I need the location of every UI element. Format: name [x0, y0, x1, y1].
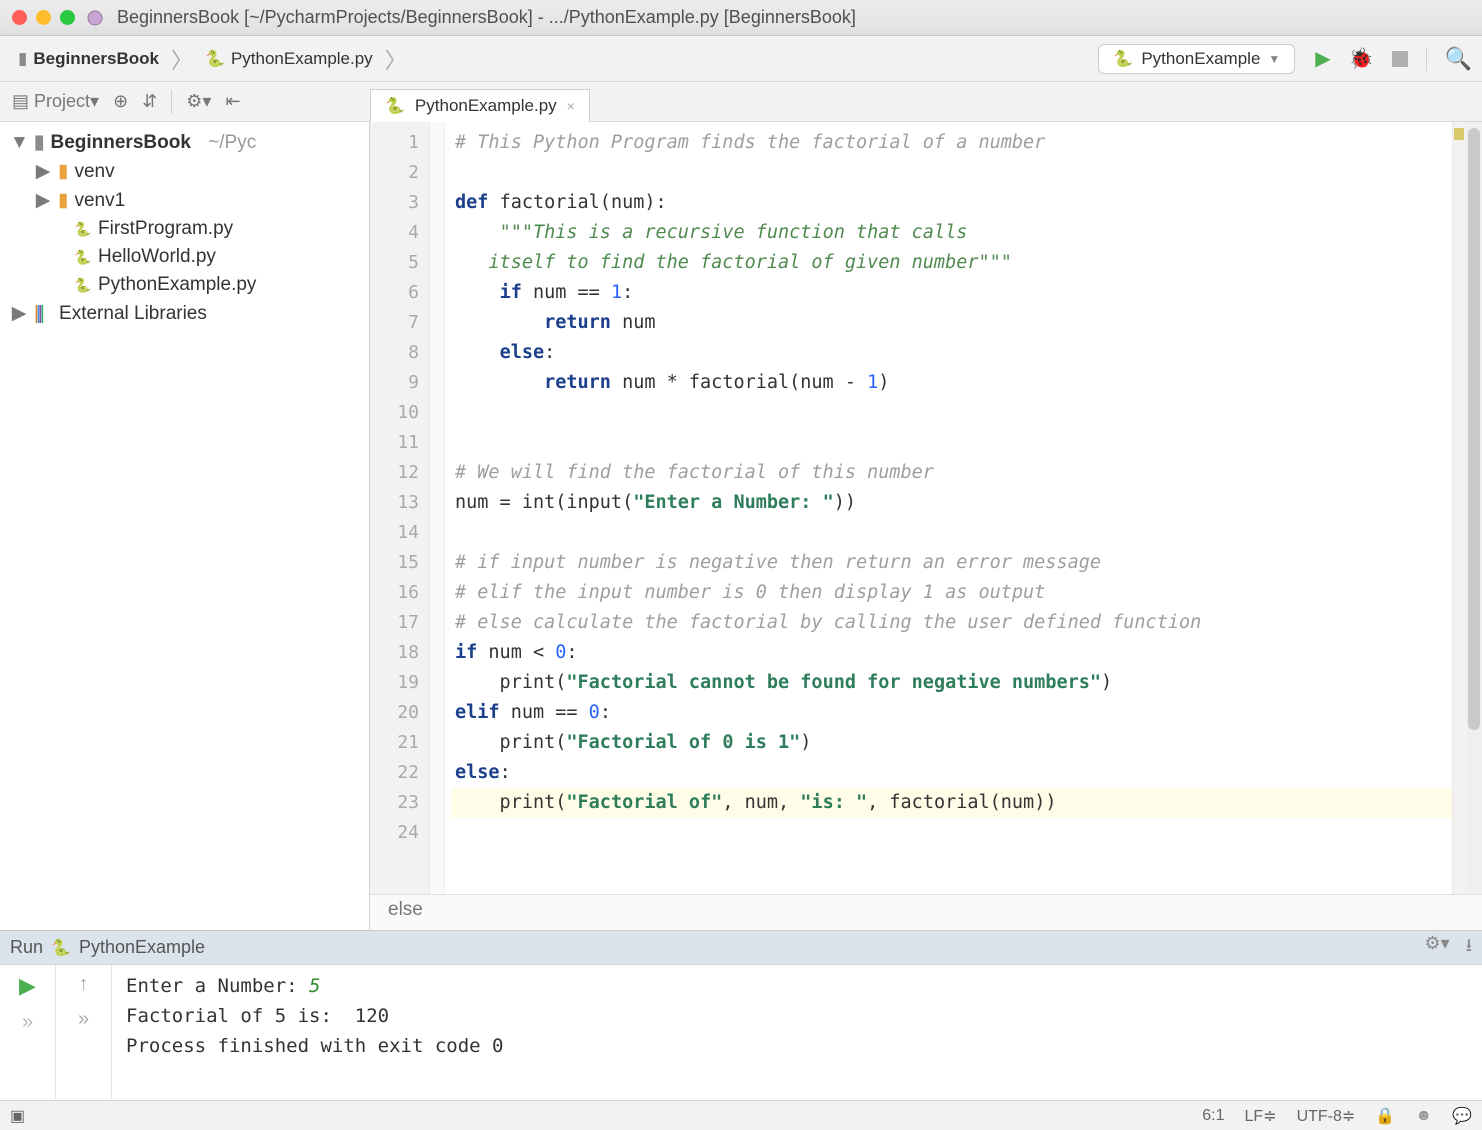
line-separator[interactable]: LF≑ [1245, 1106, 1277, 1126]
file-encoding[interactable]: UTF-8≑ [1297, 1106, 1356, 1126]
scroll-thumb[interactable] [1468, 128, 1480, 730]
minimize-window-icon[interactable] [36, 10, 51, 25]
python-file-icon: 🐍 [385, 96, 405, 116]
search-icon[interactable]: 🔍 [1445, 46, 1472, 72]
scrollbar[interactable] [1466, 122, 1482, 894]
caret-position[interactable]: 6:1 [1202, 1107, 1224, 1125]
editor-tabstrip: 🐍 PythonExample.py × [370, 82, 1482, 121]
tree-path: ~/Pyc [208, 132, 256, 154]
python-file-icon: 🐍 [74, 276, 92, 294]
folder-icon: ▮ [18, 49, 27, 69]
more-icon[interactable]: » [78, 1008, 89, 1031]
tree-file[interactable]: 🐍 PythonExample.py [0, 271, 369, 299]
nav-toolbar: ▮ BeginnersBook 〉 🐍 PythonExample.py 〉 🐍… [0, 36, 1482, 82]
tool-windows-icon[interactable]: ▣ [10, 1106, 25, 1126]
tool-row: ▤ Project▾ ⊕ ⇵ ⚙▾ ⇤ 🐍 PythonExample.py × [0, 82, 1482, 122]
breadcrumb-project[interactable]: ▮ BeginnersBook [10, 45, 167, 73]
project-sidebar: ▼ ▮ BeginnersBook ~/Pyc ▶ ▮ venv ▶ ▮ ven… [0, 122, 370, 930]
app-icon [85, 8, 107, 28]
tree-label: External Libraries [59, 303, 207, 325]
python-icon: 🐍 [51, 938, 71, 958]
chevron-right-icon: ▶ [10, 302, 28, 325]
chevron-right-icon: ▶ [34, 189, 52, 212]
breadcrumb-label: BeginnersBook [33, 49, 159, 69]
chevron-down-icon: ▼ [1268, 52, 1280, 66]
tree-label: HelloWorld.py [98, 246, 216, 268]
line-number-gutter: 123456789101112131415161718192021222324 [370, 122, 430, 894]
tab-pythonexample[interactable]: 🐍 PythonExample.py × [370, 89, 590, 122]
run-panel: Run 🐍 PythonExample ⚙▾ ⭳ ▶ » ↑ » Enter a… [0, 930, 1482, 1100]
stop-button[interactable] [1392, 51, 1408, 67]
titlebar: BeginnersBook [~/PycharmProjects/Beginne… [0, 0, 1482, 36]
gear-icon[interactable]: ⚙▾ [1425, 933, 1450, 963]
python-file-icon: 🐍 [205, 49, 225, 69]
code-editor: 123456789101112131415161718192021222324 … [370, 122, 1482, 930]
marker-bar [1452, 122, 1466, 894]
fold-gutter [430, 122, 445, 894]
separator [171, 90, 172, 114]
tree-file[interactable]: 🐍 FirstProgram.py [0, 215, 369, 243]
close-window-icon[interactable] [12, 10, 27, 25]
python-file-icon: 🐍 [74, 220, 92, 238]
editor-breadcrumb[interactable]: else [370, 894, 1482, 930]
separator [1426, 47, 1427, 71]
debug-button[interactable]: 🐞 [1349, 46, 1374, 71]
run-config-name: PythonExample [79, 937, 205, 958]
code-area[interactable]: # This Python Program finds the factoria… [445, 122, 1452, 894]
up-icon[interactable]: ↑ [79, 973, 89, 996]
inspector-icon[interactable]: ☻ [1415, 1107, 1432, 1125]
python-file-icon: 🐍 [74, 248, 92, 266]
python-icon: 🐍 [1113, 49, 1133, 69]
run-title: Run [10, 937, 43, 958]
chevron-right-icon: ▶ [34, 160, 52, 183]
tree-label: venv1 [74, 190, 125, 212]
libraries-icon: |||| [34, 303, 42, 325]
folder-icon: ▮ [34, 131, 44, 154]
project-tool-button[interactable]: ▤ Project▾ [12, 91, 99, 112]
breadcrumb-label: PythonExample.py [231, 49, 373, 69]
more-run-icon[interactable]: » [22, 1011, 33, 1034]
folder-icon: ▮ [58, 160, 68, 183]
run-config-label: PythonExample [1141, 49, 1260, 69]
tree-folder-venv[interactable]: ▶ ▮ venv [0, 157, 369, 186]
close-tab-icon[interactable]: × [567, 98, 575, 114]
window-controls [12, 10, 75, 25]
folder-icon: ▮ [58, 189, 68, 212]
tree-label: venv [74, 161, 114, 183]
tree-label: BeginnersBook [50, 132, 190, 154]
run-config-select[interactable]: 🐍 PythonExample ▼ [1098, 44, 1295, 74]
run-button[interactable]: ▶ [1315, 46, 1330, 71]
rerun-button[interactable]: ▶ [19, 973, 36, 999]
run-output[interactable]: Enter a Number: 5Factorial of 5 is: 120P… [112, 965, 1482, 1100]
download-icon[interactable]: ⭳ [1466, 933, 1472, 963]
gear-icon[interactable]: ⚙▾ [186, 91, 211, 112]
breadcrumb-file[interactable]: 🐍 PythonExample.py [197, 45, 381, 73]
target-icon[interactable]: ⊕ [113, 91, 128, 112]
window-title: BeginnersBook [~/PycharmProjects/Beginne… [117, 7, 856, 28]
tree-label: FirstProgram.py [98, 218, 233, 240]
status-bar: ▣ 6:1 LF≑ UTF-8≑ 🔒 ☻ 💬 [0, 1100, 1482, 1130]
warning-marker-icon[interactable] [1454, 128, 1464, 140]
tree-folder-venv1[interactable]: ▶ ▮ venv1 [0, 186, 369, 215]
tab-label: PythonExample.py [415, 96, 557, 116]
tree-root[interactable]: ▼ ▮ BeginnersBook ~/Pyc [0, 128, 369, 157]
breadcrumb: ▮ BeginnersBook 〉 🐍 PythonExample.py 〉 [10, 43, 1092, 75]
chevron-right-icon: 〉 [169, 43, 195, 75]
chevron-down-icon: ▼ [10, 132, 28, 154]
hide-icon[interactable]: ⇤ [225, 91, 240, 112]
zoom-window-icon[interactable] [60, 10, 75, 25]
tree-external-libraries[interactable]: ▶ |||| External Libraries [0, 299, 369, 328]
collapse-icon[interactable]: ⇵ [142, 91, 157, 112]
chevron-right-icon: 〉 [383, 43, 409, 75]
lock-icon[interactable]: 🔒 [1375, 1106, 1395, 1126]
tree-file[interactable]: 🐍 HelloWorld.py [0, 243, 369, 271]
feedback-icon[interactable]: 💬 [1452, 1106, 1472, 1126]
tree-label: PythonExample.py [98, 274, 256, 296]
